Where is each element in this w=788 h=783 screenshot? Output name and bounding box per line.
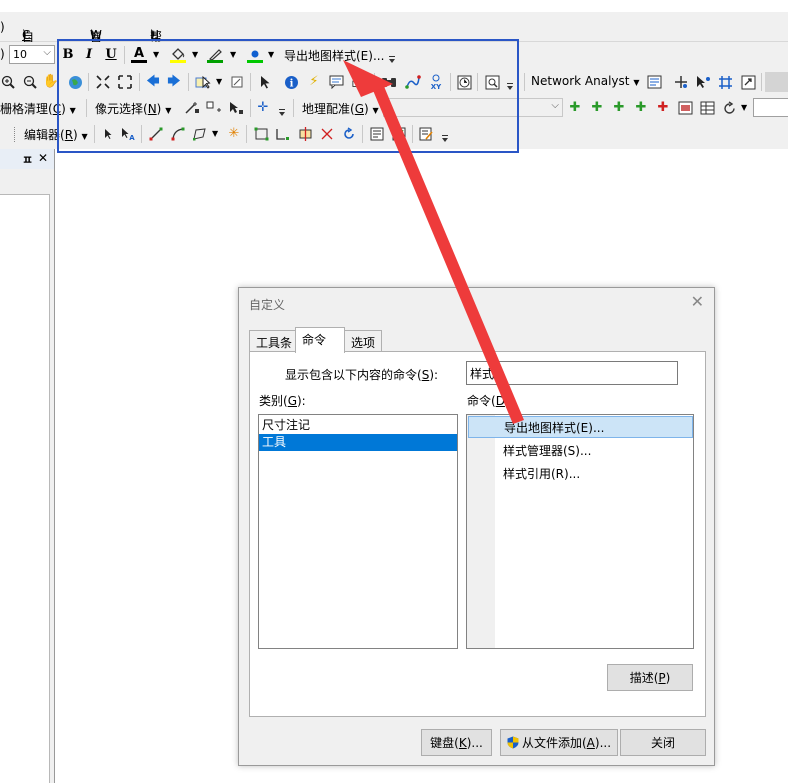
tab-commands[interactable]: 命令 (295, 327, 345, 353)
annotation-arrow (343, 60, 524, 424)
